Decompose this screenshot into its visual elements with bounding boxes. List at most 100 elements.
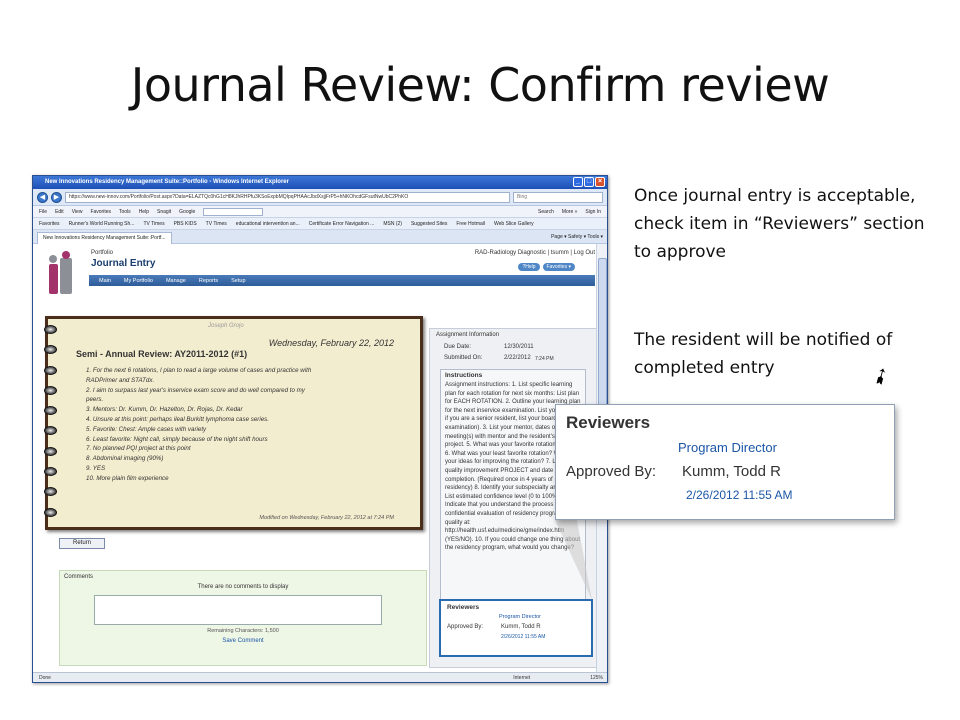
page-content: Portfolio Journal Entry RAD-Radiology Di… bbox=[33, 244, 597, 672]
approved-date: 2/26/2012 11:55 AM bbox=[501, 634, 546, 640]
list-item: 7. No planned PQI project at this point bbox=[86, 445, 191, 453]
main-nav: Main My Portfolio Manage Reports Setup bbox=[89, 275, 595, 286]
scrollbar-thumb[interactable] bbox=[598, 258, 607, 418]
nav-setup[interactable]: Setup bbox=[231, 278, 245, 284]
list-item: peers. bbox=[86, 396, 104, 404]
comments-panel: Comments There are no comments to displa… bbox=[59, 570, 427, 666]
menu-favorites[interactable]: Favorites bbox=[90, 209, 111, 215]
address-bar: ◀ ▶ https://www.new-innov.com/Portfolio/… bbox=[33, 189, 607, 206]
google-label: Google bbox=[179, 208, 196, 215]
help-button[interactable]: ?Help bbox=[518, 263, 540, 271]
modified-timestamp: Modified on Wednesday, February 22, 2012… bbox=[259, 515, 394, 521]
zoom-approver-name: Kumm, Todd R bbox=[682, 463, 781, 480]
assignment-title: Assignment Information bbox=[436, 332, 500, 338]
reviewers-panel: Reviewers Program Director Approved By: … bbox=[439, 599, 593, 657]
notebook-rings bbox=[44, 325, 57, 517]
favorite-link[interactable]: TV Times bbox=[143, 221, 164, 227]
entry-date: Wednesday, February 22, 2012 bbox=[268, 338, 394, 348]
maximize-button[interactable]: □ bbox=[584, 177, 594, 187]
window-titlebar: New Innovations Residency Management Sui… bbox=[33, 176, 607, 189]
nav-manage[interactable]: Manage bbox=[166, 278, 186, 284]
zoom-approved-by-label: Approved By: bbox=[566, 463, 657, 480]
ring-icon bbox=[44, 365, 57, 375]
google-search-input[interactable] bbox=[203, 207, 264, 216]
remaining-characters: Remaining Characters: 1,500 bbox=[207, 628, 279, 634]
tab-bar: New Innovations Residency Management Sui… bbox=[33, 230, 607, 244]
favorite-link[interactable]: educational intervention an... bbox=[236, 221, 300, 227]
slide-title: Journal Review: Confirm review bbox=[130, 58, 830, 112]
url-input[interactable]: https://www.new-innov.com/Portfolio/Post… bbox=[65, 191, 510, 203]
menu-file[interactable]: File bbox=[39, 209, 47, 215]
search-input[interactable]: Bing bbox=[513, 191, 603, 203]
entry-title: Semi - Annual Review: AY2011-2012 (#1) bbox=[76, 349, 248, 359]
save-comment-link[interactable]: Save Comment bbox=[60, 638, 426, 644]
zoom-approved-date: 2/26/2012 11:55 AM bbox=[686, 488, 793, 502]
close-button[interactable]: × bbox=[595, 177, 605, 187]
journal-entry-notebook: Joseph Grojo Wednesday, February 22, 201… bbox=[44, 316, 423, 530]
favorite-link[interactable]: PBS KIDS bbox=[174, 221, 197, 227]
forward-button[interactable]: ▶ bbox=[51, 191, 62, 203]
favorite-link[interactable]: Free Hotmail bbox=[456, 221, 485, 227]
reviewers-zoom-callout: Reviewers Program Director Approved By: … bbox=[555, 404, 895, 520]
list-item: 4. Unsure at this point: perhaps ileal B… bbox=[86, 415, 269, 423]
list-item: 2. I aim to surpass last year's inservic… bbox=[86, 386, 305, 394]
favorites-menu-button[interactable]: Favorites ▾ bbox=[542, 263, 575, 271]
user-info[interactable]: RAD-Radiology Diagnostic | tsumm | Log O… bbox=[475, 250, 595, 256]
ring-icon bbox=[44, 325, 57, 334]
return-button[interactable]: Return bbox=[59, 538, 105, 549]
list-item: 1. For the next 6 rotations, I plan to r… bbox=[86, 367, 312, 374]
browser-tab[interactable]: New Innovations Residency Management Sui… bbox=[37, 231, 172, 244]
page-heading: Journal Entry bbox=[91, 258, 156, 269]
due-date-value: 12/30/2011 bbox=[504, 344, 534, 350]
favorite-link[interactable]: Suggested Sites bbox=[411, 221, 447, 227]
menu-edit[interactable]: Edit bbox=[55, 209, 64, 215]
minimize-button[interactable]: _ bbox=[573, 177, 583, 187]
favorite-link[interactable]: Runner's World Running Sh... bbox=[69, 221, 135, 227]
favorite-link[interactable]: TV Times bbox=[206, 221, 227, 227]
sign-in-button[interactable]: Sign In bbox=[585, 209, 601, 215]
menu-bar: File Edit View Favorites Tools Help Snag… bbox=[33, 206, 607, 218]
browser-window: New Innovations Residency Management Sui… bbox=[32, 175, 608, 683]
submitted-label: Submitted On: bbox=[444, 355, 483, 361]
list-item: RADPrimer and STATdx. bbox=[86, 376, 155, 384]
status-text: Done bbox=[39, 674, 51, 681]
approved-by-label: Approved By: bbox=[447, 624, 484, 630]
instructions-title: Instructions bbox=[445, 372, 483, 379]
list-item: 8. Abdominal imaging (90%) bbox=[86, 455, 164, 463]
back-button[interactable]: ◀ bbox=[37, 191, 48, 203]
ring-icon bbox=[44, 426, 57, 436]
breadcrumb[interactable]: Portfolio bbox=[91, 250, 113, 256]
comment-textarea[interactable] bbox=[94, 595, 382, 625]
nav-reports[interactable]: Reports bbox=[199, 278, 218, 284]
menu-tools[interactable]: Tools bbox=[119, 209, 131, 215]
list-item: 9. YES bbox=[86, 464, 106, 472]
reviewer-role-link[interactable]: Program Director bbox=[499, 614, 541, 620]
google-search-button[interactable]: Search bbox=[538, 209, 554, 215]
submitted-value: 2/22/2012 bbox=[504, 355, 531, 361]
list-item: 10. More plain film experience bbox=[86, 474, 169, 482]
favorites-button[interactable]: Favorites bbox=[39, 221, 60, 227]
new-innovations-logo bbox=[49, 251, 72, 294]
favorite-link[interactable]: Web Slice Gallery bbox=[494, 221, 534, 227]
zoom-reviewer-role[interactable]: Program Director bbox=[678, 440, 777, 455]
menu-help[interactable]: Help bbox=[139, 209, 149, 215]
favorite-link[interactable]: MSN (2) bbox=[383, 221, 402, 227]
nav-my-portfolio[interactable]: My Portfolio bbox=[124, 278, 153, 284]
menu-view[interactable]: View bbox=[72, 209, 83, 215]
entry-author: Joseph Grojo bbox=[208, 323, 244, 329]
list-item: 6. Least favorite: Night call, simply be… bbox=[86, 435, 268, 443]
due-date-label: Due Date: bbox=[444, 344, 472, 350]
zoom-level[interactable]: 125% bbox=[590, 675, 603, 681]
favorite-link[interactable]: Certificate Error Navigation ... bbox=[309, 221, 375, 227]
more-button[interactable]: More » bbox=[562, 209, 578, 215]
submitted-time: 7:24 PM bbox=[535, 356, 554, 362]
ring-icon bbox=[44, 487, 57, 497]
nav-main[interactable]: Main bbox=[99, 278, 111, 284]
comments-empty-message: There are no comments to display bbox=[197, 584, 289, 590]
snagit-button[interactable]: Snagit bbox=[157, 209, 171, 215]
list-item: 3. Mentors: Dr. Kumm, Dr. Hazelton, Dr. … bbox=[86, 406, 243, 414]
ring-icon bbox=[44, 406, 57, 416]
ring-icon bbox=[44, 385, 57, 395]
reviewers-title: Reviewers bbox=[447, 604, 480, 611]
command-bar[interactable]: Page ▾ Safety ▾ Tools ▾ bbox=[551, 234, 603, 240]
